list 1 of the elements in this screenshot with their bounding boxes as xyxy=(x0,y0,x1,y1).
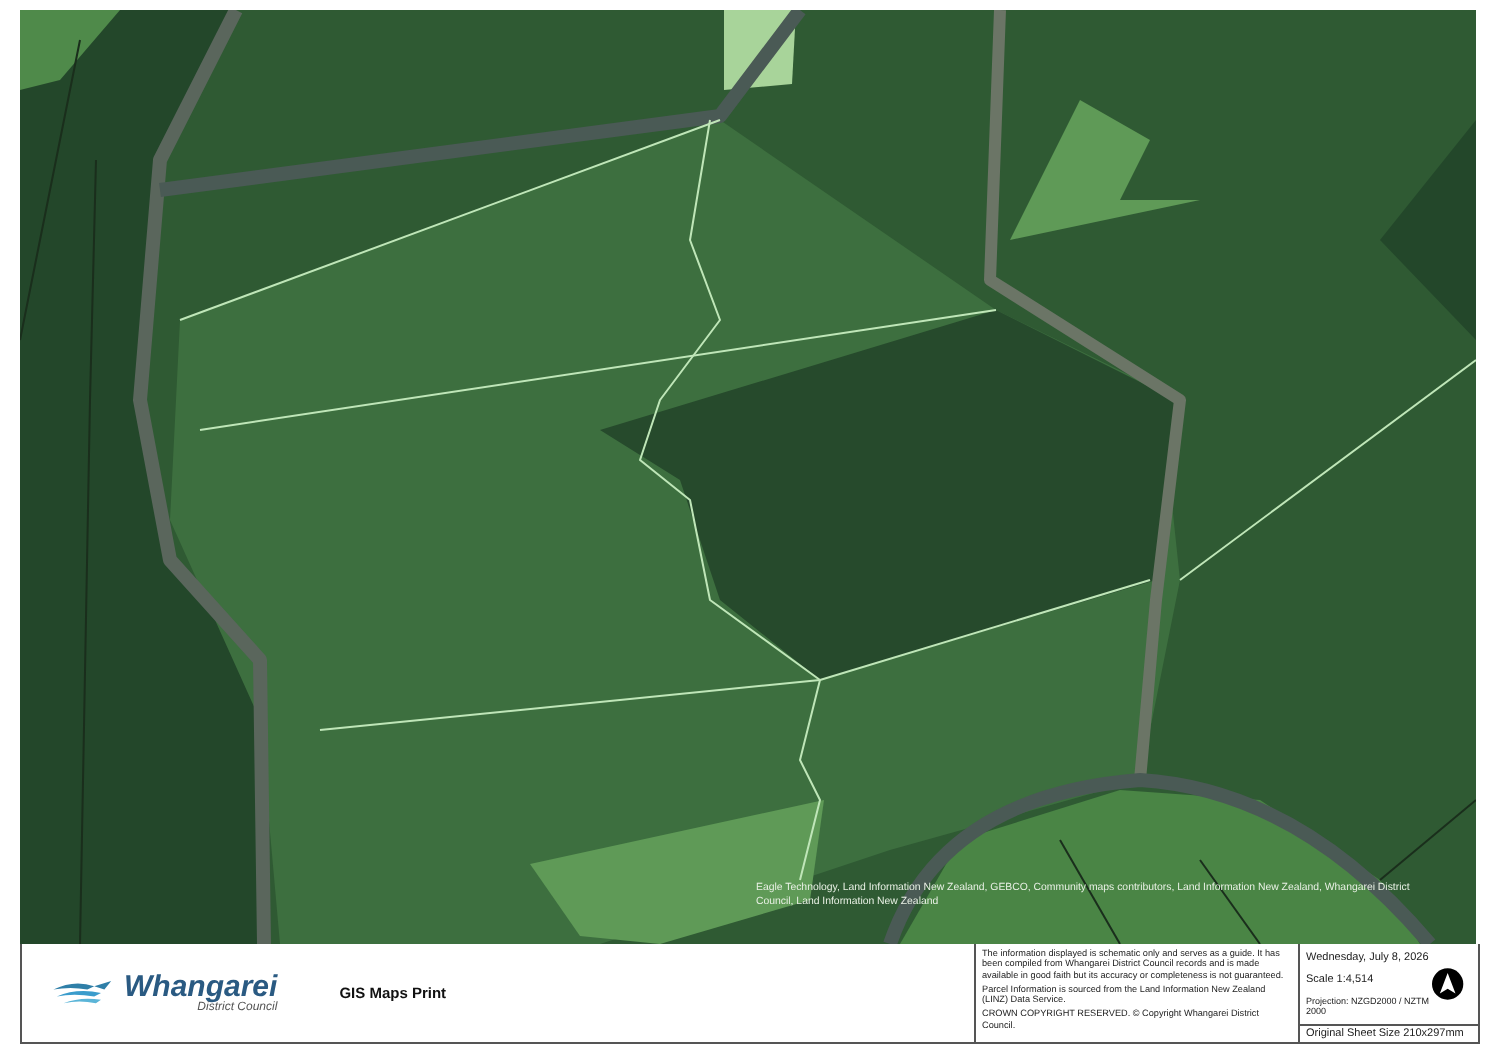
logo-wordmark: Whangarei xyxy=(124,972,278,1002)
